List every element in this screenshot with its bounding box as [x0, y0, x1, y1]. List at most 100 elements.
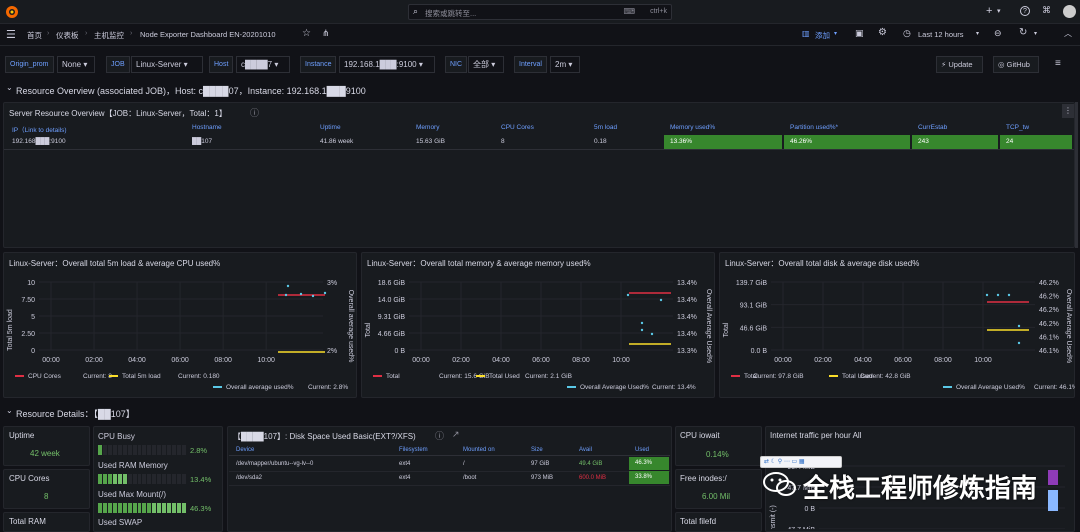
y-tick-label: 4.66 GiB [378, 331, 406, 338]
gauge-segment [167, 474, 172, 484]
x-tick-label: 06:00 [894, 357, 912, 364]
panel-menu-icon[interactable]: ⋮ [1062, 104, 1074, 118]
y-axis-label-left: Total 5m load [7, 309, 14, 351]
info-icon[interactable]: ⓘ [435, 429, 444, 442]
legend-name: Overall Average Used% [956, 384, 1025, 391]
user-avatar-icon[interactable] [1063, 5, 1076, 18]
row-divider [229, 455, 670, 456]
var-value: 192.168.1███:9100 [344, 60, 417, 69]
chevron-down-icon[interactable]: ▾ [1034, 30, 1037, 37]
legend-name: Overall average used% [226, 384, 294, 391]
table-cell: 973 MiB [531, 475, 554, 481]
ram-used-value: 13.4% [190, 475, 212, 484]
search-box[interactable]: ⌕ 搜索或跳转至... ctrl+k ⌨ [408, 4, 672, 20]
legend-name: Total 5m load [122, 373, 161, 380]
var-select-job[interactable]: Linux-Server ▾ [131, 56, 203, 73]
table-cell: 49.4 GiB [579, 461, 603, 467]
cpu-busy-value: 2.8% [190, 446, 208, 455]
gauge-segment [107, 503, 112, 513]
breadcrumb-sep-icon: › [130, 30, 133, 37]
row-chevron-icon[interactable]: ⌄ [6, 83, 13, 92]
x-tick-label: 08:00 [934, 357, 952, 364]
used-gauge-cell: 46.3% [629, 457, 669, 470]
legend-name: Overall Average Used% [580, 384, 649, 391]
x-tick-label: 00:00 [774, 357, 792, 364]
github-button[interactable]: ◎ GitHub [993, 56, 1039, 73]
gauge-segment [147, 474, 152, 484]
grafana-logo-icon[interactable] [5, 5, 19, 19]
help-icon[interactable]: ? [1020, 6, 1030, 16]
gauge-segment [102, 503, 107, 513]
series-point [640, 321, 644, 325]
menu-icon[interactable]: ☰ [6, 28, 16, 41]
gauge-segment [122, 474, 127, 484]
y-tick-label-right: 2% [327, 348, 337, 355]
gauge-segment [177, 503, 181, 513]
y-tick-label: 139.7 GiB [736, 280, 767, 287]
lightning-icon: ⚡ [941, 60, 947, 69]
collapse-icon[interactable]: ︿ [1064, 28, 1072, 39]
external-link-icon[interactable]: ↗ [452, 429, 460, 440]
hamburger-icon[interactable]: ≡ [1055, 58, 1061, 69]
y-tick-label: 9.31 GiB [378, 314, 406, 321]
plus-icon[interactable]: + [986, 5, 992, 17]
share-icon[interactable]: ⋔ [322, 28, 330, 39]
keyboard-icon: ⌨ [623, 7, 635, 16]
gauge-segment [181, 503, 186, 513]
breadcrumb-folder[interactable]: 主机监控 [94, 30, 124, 41]
gauge-segment [162, 474, 167, 484]
pin-icon[interactable]: ⚲ [778, 459, 782, 465]
image-icon[interactable]: ▭ [792, 459, 798, 465]
disk-chart: Total Overall Average Used% 139.7 GiB 93.1 … [723, 280, 1075, 391]
ip-link[interactable]: 192.168███:9100 [12, 138, 66, 145]
traffic-bar [1048, 490, 1058, 511]
search-icon: ⌕ [413, 6, 419, 16]
var-select-host[interactable]: c████7 ▾ [236, 56, 290, 73]
breadcrumb-home[interactable]: 首页 [27, 30, 42, 41]
cpu-busy-gauge [98, 445, 186, 455]
moon-icon[interactable]: ☾ [771, 459, 776, 465]
traffic-title: Internet traffic per hour All [770, 431, 862, 440]
gauge-segment [102, 445, 107, 455]
row-title-details[interactable]: Resource Details：【██107】 [16, 407, 135, 420]
update-button[interactable]: ⚡ Update [936, 56, 983, 73]
time-range-picker[interactable]: Last 12 hours [918, 30, 963, 39]
chevron-down-icon: ▾ [976, 31, 980, 37]
save-icon[interactable]: ▣ [855, 28, 864, 39]
star-icon[interactable]: ☆ [302, 28, 311, 39]
row-chevron-icon[interactable]: ⌄ [6, 406, 13, 415]
scrollbar[interactable] [1075, 102, 1078, 248]
legend-current: Current: 0.180 [178, 373, 220, 380]
var-label-interval: Interval [514, 56, 547, 73]
nav-bar: ☰ 首页 › 仪表板 › 主机监控 › Node Exporter Dashbo… [0, 24, 1080, 46]
gauge-segment [137, 474, 142, 484]
zoom-out-icon[interactable]: ⊖ [994, 28, 1002, 39]
table-header: Memory used% [670, 124, 716, 131]
table-header: CurrEstab [918, 124, 948, 131]
dots-icon[interactable]: ⋯ [784, 459, 790, 465]
floating-toolbar[interactable]: ⇄ ☾ ⚲ ⋯ ▭ ▦ [760, 456, 842, 468]
iowait-label: CPU iowait [680, 431, 720, 440]
var-select-nic[interactable]: 全部 ▾ [468, 56, 504, 73]
refresh-icon[interactable]: ↻ [1019, 27, 1027, 38]
inodes-value: 6.00 Mil [702, 492, 731, 501]
chevron-down-icon[interactable]: ▾ [997, 7, 1001, 15]
series-point [985, 293, 989, 297]
var-select-interval[interactable]: 2m ▾ [550, 56, 580, 73]
series-point [284, 293, 288, 297]
grid-icon[interactable]: ▦ [799, 459, 805, 465]
table-header: Filesystem [399, 447, 428, 453]
var-select-instance[interactable]: 192.168.1███:9100 ▾ [339, 56, 435, 73]
y-axis-label-right: Overall Average Used% [1065, 289, 1072, 363]
gear-icon[interactable]: ⚙ [878, 27, 887, 38]
row-title-overview[interactable]: Resource Overview (associated JOB)，Host:… [16, 84, 366, 97]
var-select-origin[interactable]: None ▾ [57, 56, 95, 73]
search-input[interactable]: 搜索或跳转至... [425, 8, 476, 19]
info-icon[interactable]: ⓘ [250, 106, 259, 119]
y-tick-label-right: 13.4% [677, 314, 697, 321]
rss-icon[interactable]: ⌘ [1042, 5, 1051, 16]
uptime-value: 42 week [30, 449, 60, 458]
add-button[interactable]: 添加 [815, 30, 830, 41]
breadcrumb-dashboards[interactable]: 仪表板 [56, 30, 79, 41]
translate-icon[interactable]: ⇄ [764, 459, 769, 465]
